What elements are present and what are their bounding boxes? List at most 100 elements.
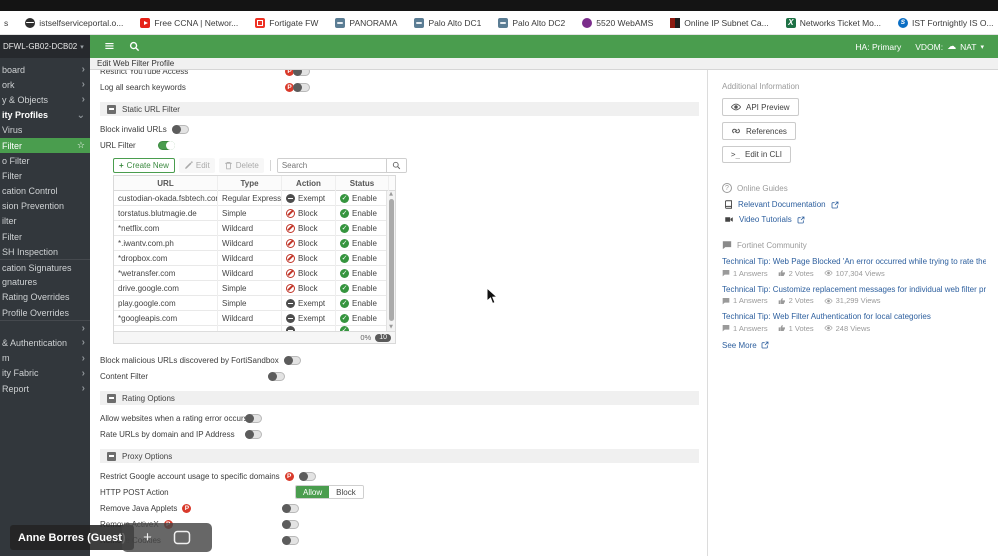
sidebar-item-dashboard[interactable]: board	[0, 62, 90, 77]
scrollbar-thumb[interactable]	[388, 199, 394, 321]
bookmark[interactable]: Palo Alto DC2	[498, 17, 565, 28]
action-icon	[286, 209, 295, 218]
sidebar-item-video-filter[interactable]: o Filter	[0, 153, 90, 168]
sidebar-item-ssl-ssh-inspection[interactable]: SH Inspection	[0, 244, 90, 259]
url-filter-toggle[interactable]	[158, 140, 175, 150]
sidebar-item-dns-filter[interactable]: Filter	[0, 168, 90, 183]
excel-icon	[785, 17, 796, 28]
paloalto-icon	[414, 17, 425, 28]
col-header-url[interactable]: URL	[114, 176, 218, 191]
table-row[interactable]: play.google.com Simple Exempt Enable	[114, 296, 395, 311]
content-filter-toggle[interactable]	[268, 371, 285, 381]
table-row[interactable]: drive.google.com Simple Block Enable	[114, 281, 395, 296]
bookmark[interactable]: PANORAMA	[335, 17, 397, 28]
block-button[interactable]: Block	[329, 486, 363, 498]
search-button[interactable]	[385, 159, 406, 172]
bookmark[interactable]: IST Fortnightly IS O...	[897, 17, 994, 28]
bookmark-label: IST Fortnightly IS O...	[911, 17, 994, 28]
table-row-clipped[interactable]	[114, 326, 395, 331]
collapse-icon[interactable]	[107, 104, 116, 114]
table-row[interactable]: *dropbox.com Wildcard Block Enable	[114, 251, 395, 266]
delete-button[interactable]: Delete	[218, 158, 264, 173]
sidebar-item-web-profile-overrides[interactable]: Profile Overrides	[0, 305, 90, 320]
block-invalid-toggle[interactable]	[171, 124, 189, 134]
search-icon[interactable]	[129, 41, 140, 52]
fullscreen-frame-icon[interactable]	[173, 530, 191, 545]
sidebar-item-system[interactable]: m	[0, 351, 90, 366]
plus-icon[interactable]: +	[143, 530, 152, 545]
rate-by-domain-row: Rate URLs by domain and IP Address	[100, 426, 699, 442]
col-header-action[interactable]: Action	[282, 176, 336, 191]
tip-link[interactable]: Technical Tip: Web Page Blocked 'An erro…	[722, 257, 986, 266]
collapse-icon[interactable]	[107, 393, 116, 403]
table-row[interactable]: *.iwantv.com.ph Wildcard Block Enable	[114, 236, 395, 251]
create-new-button[interactable]: + Create New	[113, 158, 175, 173]
table-row[interactable]: *googleapis.com Wildcard Exempt Enable	[114, 311, 395, 326]
video-tutorials-link[interactable]: Video Tutorials	[724, 215, 986, 224]
static-url-filter-section: Static URL Filter	[100, 102, 699, 116]
sidebar-item-policy-objects[interactable]: y & Objects	[0, 92, 90, 107]
sidebar-item-security-profiles[interactable]: ity Profiles	[0, 108, 90, 123]
sidebar-item-log-report[interactable]: Report	[0, 381, 90, 396]
collapse-icon[interactable]	[107, 451, 116, 461]
table-row[interactable]: custodian-okada.fsbtech.com Regular Expr…	[114, 191, 395, 206]
col-header-type[interactable]: Type	[218, 176, 282, 191]
table-row[interactable]: *netflix.com Wildcard Block Enable	[114, 221, 395, 236]
sidebar-item-network[interactable]: ork	[0, 77, 90, 92]
bookmark[interactable]: Networks Ticket Mo...	[785, 17, 881, 28]
search-input[interactable]	[277, 159, 386, 172]
documentation-link[interactable]: Relevant Documentation	[724, 200, 986, 209]
tip-link[interactable]: Technical Tip: Web Filter Authentication…	[722, 312, 986, 321]
sidebar-item-application-signatures[interactable]: cation Signatures	[0, 259, 90, 274]
sidebar-item-ips-signatures[interactable]: gnatures	[0, 275, 90, 290]
edit-button[interactable]: Edit	[178, 158, 215, 173]
remove-java-toggle[interactable]	[282, 503, 299, 513]
see-more-link[interactable]: See More	[722, 341, 986, 350]
table-header: URL Type Action Status	[114, 176, 395, 191]
table-row[interactable]: *wetransfer.com Wildcard Block Enable	[114, 266, 395, 281]
log-keywords-toggle[interactable]	[293, 82, 310, 92]
tip-link[interactable]: Technical Tip: Customize replacement mes…	[722, 285, 986, 294]
sidebar-item-user-authentication[interactable]: & Authentication	[0, 335, 90, 350]
sidebar-item-vpn[interactable]	[0, 320, 90, 335]
restrict-youtube-toggle[interactable]	[293, 70, 310, 76]
bookmark[interactable]: 5520 WebAMS	[582, 17, 653, 28]
star-icon[interactable]: ☆	[77, 141, 85, 151]
sidebar-item-application-control[interactable]: cation Control	[0, 184, 90, 199]
scroll-down-icon[interactable]: ▼	[387, 324, 395, 331]
vdom-selector[interactable]: VDOM: ☁ NAT ▾	[915, 42, 984, 52]
sidebar-item-web-rating-overrides[interactable]: Rating Overrides	[0, 290, 90, 305]
scroll-up-icon[interactable]: ▲	[387, 191, 395, 198]
table-scrollbar[interactable]: ▲ ▼	[386, 191, 395, 331]
table-row[interactable]: torstatus.blutmagie.de Simple Block Enab…	[114, 206, 395, 221]
sidebar-item-antivirus[interactable]: Virus	[0, 123, 90, 138]
restrict-google-toggle[interactable]	[298, 471, 316, 481]
screen: s istselfserviceportal.o... Free CCNA | …	[0, 0, 998, 556]
sidebar-item-file-filter[interactable]: ilter	[0, 214, 90, 229]
views-icon	[824, 270, 833, 276]
col-header-status[interactable]: Status	[336, 176, 389, 191]
api-preview-button[interactable]: API Preview	[722, 98, 799, 116]
edit-in-cli-button[interactable]: >_ Edit in CLI	[722, 146, 791, 163]
chevron-down-icon	[77, 110, 85, 121]
bookmark[interactable]: istselfserviceportal.o...	[25, 17, 123, 28]
remove-cookies-toggle[interactable]	[282, 535, 299, 545]
device-selector[interactable]: DFWL-GB02-DCB02 ▾	[0, 35, 90, 58]
bookmark[interactable]: Online IP Subnet Ca...	[670, 17, 769, 28]
sidebar-item-email-filter[interactable]: Filter	[0, 229, 90, 244]
sidebar-item-intrusion-prevention[interactable]: sion Prevention	[0, 199, 90, 214]
references-button[interactable]: References	[722, 122, 796, 140]
allow-button[interactable]: Allow	[296, 486, 330, 498]
bookmark[interactable]: Free CCNA | Networ...	[140, 17, 238, 28]
fortisandbox-toggle[interactable]	[283, 355, 301, 365]
window-top-strip	[0, 0, 998, 11]
bookmark[interactable]: Fortigate FW	[255, 17, 318, 28]
remove-activex-toggle[interactable]	[282, 519, 299, 529]
rating-error-toggle[interactable]	[245, 413, 262, 423]
bookmark[interactable]: Palo Alto DC1	[414, 17, 481, 28]
sidebar-item-web-filter[interactable]: Filter ☆	[0, 137, 90, 154]
globe-icon	[25, 17, 36, 28]
menu-icon[interactable]: ≡	[104, 40, 115, 53]
sidebar-item-security-fabric[interactable]: ity Fabric	[0, 366, 90, 381]
rate-by-domain-toggle[interactable]	[245, 429, 262, 439]
